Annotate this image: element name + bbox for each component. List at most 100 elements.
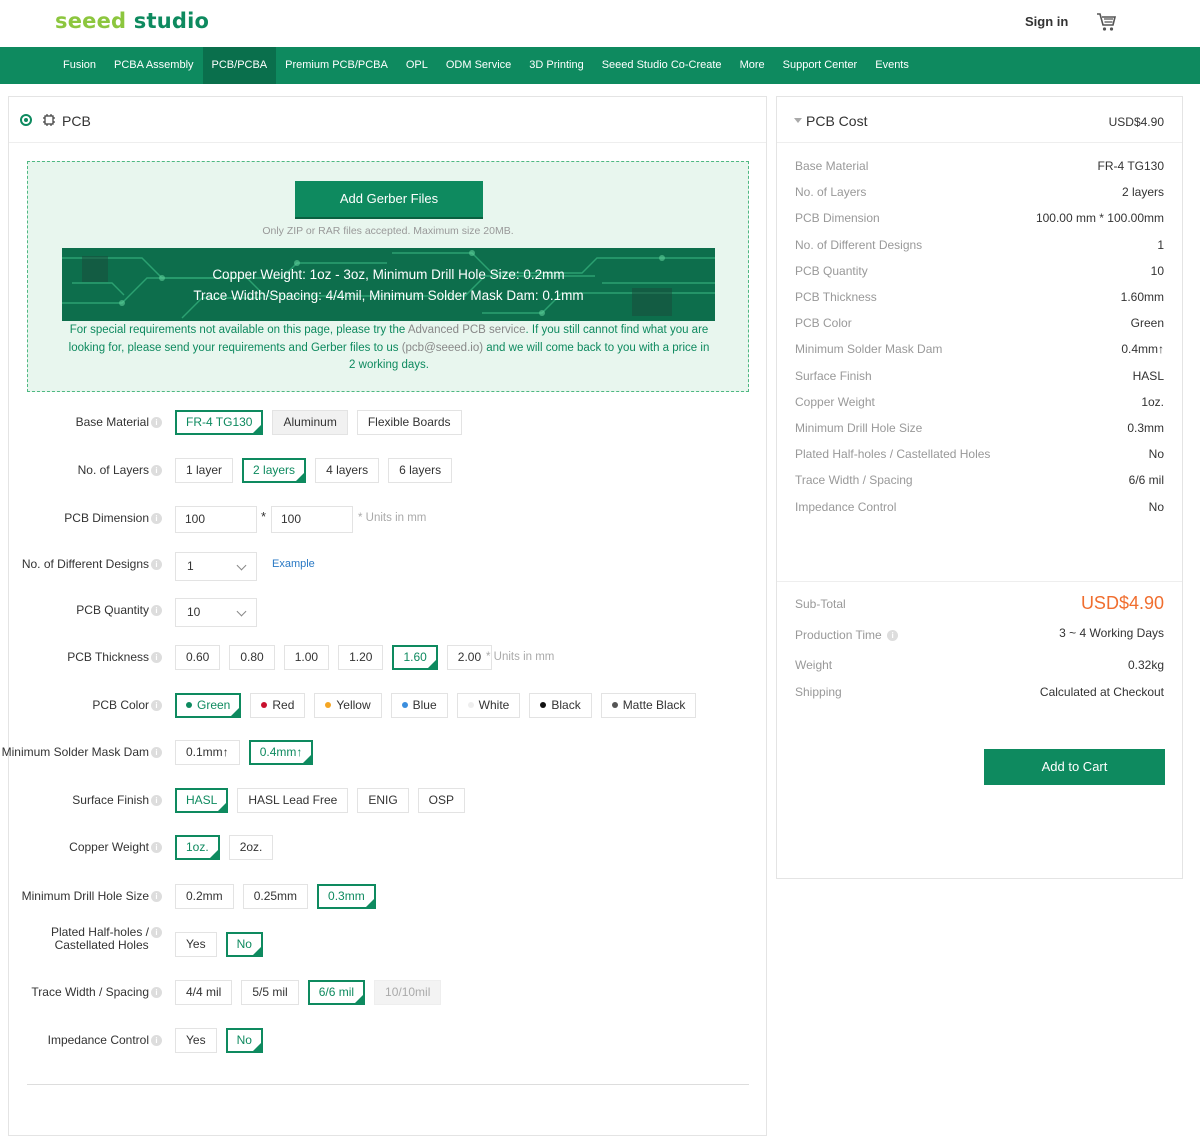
- info-icon[interactable]: i: [151, 891, 162, 903]
- base_material-row: Base Material i FR-4 TG130 Aluminum Flexible…: [9, 410, 759, 436]
- nav-item-4[interactable]: OPL: [397, 47, 437, 84]
- drill-option-0[interactable]: 0.2mm: [175, 884, 234, 909]
- info-icon[interactable]: i: [151, 652, 162, 664]
- copper-option-0[interactable]: 1oz.: [175, 835, 220, 860]
- info-icon[interactable]: i: [151, 513, 162, 525]
- base_material-option-2[interactable]: Flexible Boards: [356, 410, 462, 435]
- nav-item-1[interactable]: PCBA Assembly: [105, 47, 202, 84]
- info-icon[interactable]: i: [887, 630, 899, 642]
- add-to-cart-button[interactable]: Add to Cart: [984, 749, 1165, 785]
- dimension-row: PCB Dimension i 100 * 100 * Units in mm: [9, 506, 759, 533]
- advanced-pcb-link[interactable]: Advanced PCB service: [408, 324, 526, 336]
- info-icon[interactable]: i: [151, 605, 162, 617]
- layers-option-3[interactable]: 6 layers: [388, 458, 453, 483]
- halfholes-option-label: No: [236, 937, 252, 951]
- sign-in-link[interactable]: Sign in: [1025, 14, 1068, 29]
- trace-option-2[interactable]: 6/6 mil: [307, 980, 366, 1005]
- info-icon[interactable]: i: [151, 1035, 162, 1047]
- finish-option-2[interactable]: ENIG: [357, 788, 409, 813]
- nav-item-7[interactable]: Seeed Studio Co-Create: [593, 47, 731, 84]
- info-icon[interactable]: i: [151, 842, 162, 854]
- impedance-label: Impedance Control i: [48, 1033, 162, 1047]
- thickness-unit-note: * Units in mm: [486, 651, 555, 663]
- nav-item-0[interactable]: Fusion: [54, 47, 105, 84]
- base_material-option-1[interactable]: Aluminum: [272, 410, 348, 435]
- impedance-row: Impedance Control i Yes No: [9, 1028, 759, 1054]
- add-gerber-button[interactable]: Add Gerber Files: [295, 181, 483, 217]
- designs-select[interactable]: 1: [175, 552, 257, 581]
- spec-row: Plated Half-holes / Castellated Holes No: [795, 447, 1164, 465]
- trace-option-1[interactable]: 5/5 mil: [241, 980, 299, 1005]
- color-option-1[interactable]: Red: [250, 693, 306, 718]
- nav-item-2[interactable]: PCB/PCBA: [202, 47, 277, 84]
- gerber-upload-area[interactable]: Add Gerber Files Only ZIP or RAR files a…: [27, 161, 749, 392]
- thickness-option-2[interactable]: 1.00: [283, 645, 330, 670]
- drill-option-1[interactable]: 0.25mm: [242, 884, 309, 909]
- finish-option-0[interactable]: HASL: [175, 788, 229, 813]
- mask_dam-option-0[interactable]: 0.1mm↑: [175, 740, 240, 765]
- trace-option-label: 10/10mil: [385, 985, 431, 999]
- finish-option-1[interactable]: HASL Lead Free: [237, 788, 349, 813]
- copper-option-1[interactable]: 2oz.: [228, 835, 274, 860]
- thickness-option-1[interactable]: 0.80: [229, 645, 275, 670]
- nav-item-3[interactable]: Premium PCB/PCBA: [276, 47, 397, 84]
- color-option-4[interactable]: White: [456, 693, 521, 718]
- layers-options: 1 layer 2 layers 4 layers 6 layers: [175, 458, 453, 483]
- layers-option-2[interactable]: 4 layers: [315, 458, 380, 483]
- color-option-2[interactable]: Yellow: [314, 693, 382, 718]
- layers-option-1[interactable]: 2 layers: [242, 458, 307, 483]
- mask_dam-option-1[interactable]: 0.4mm↑: [248, 740, 314, 765]
- chip-icon: [43, 114, 55, 126]
- impedance-option-1[interactable]: No: [225, 1028, 263, 1053]
- info-icon[interactable]: i: [151, 747, 162, 759]
- collapse-triangle-icon[interactable]: [794, 118, 802, 123]
- pcb-cost-panel: PCB Cost USD$4.90 Base Material FR-4 TG13…: [776, 96, 1183, 879]
- drill-option-2[interactable]: 0.3mm: [317, 884, 376, 909]
- color-option-6[interactable]: Matte Black: [600, 693, 697, 718]
- color-option-0[interactable]: Green: [175, 693, 242, 718]
- color-option-5[interactable]: Black: [529, 693, 592, 718]
- info-icon[interactable]: i: [151, 559, 162, 571]
- layers-option-0[interactable]: 1 layer: [175, 458, 234, 483]
- info-icon[interactable]: i: [151, 465, 162, 477]
- impedance-option-0[interactable]: Yes: [175, 1028, 217, 1053]
- email-link[interactable]: (pcb@seeed.io): [402, 342, 483, 354]
- spec-key: Minimum Drill Hole Size: [795, 421, 923, 435]
- nav-item-6[interactable]: 3D Printing: [520, 47, 592, 84]
- info-icon[interactable]: i: [151, 700, 162, 712]
- info-icon[interactable]: i: [151, 987, 162, 999]
- layers-option-label: 6 layers: [399, 463, 442, 477]
- finish-option-3[interactable]: OSP: [417, 788, 465, 813]
- dimension-y-input[interactable]: 100: [271, 506, 353, 533]
- nav-item-9[interactable]: Support Center: [774, 47, 867, 84]
- dimension-label: PCB Dimension i: [64, 511, 162, 525]
- base_material-option-0[interactable]: FR-4 TG130: [175, 410, 264, 435]
- cost-header[interactable]: PCB Cost USD$4.90: [777, 97, 1182, 143]
- color-dot-icon: [186, 701, 192, 708]
- trace-label-text: Trace Width / Spacing: [31, 985, 149, 999]
- nav-item-5[interactable]: ODM Service: [437, 47, 520, 84]
- spec-row: No. of Different Designs 1: [795, 238, 1164, 256]
- pcb-radio[interactable]: [20, 114, 32, 126]
- nav-item-10[interactable]: Events: [866, 47, 918, 84]
- thickness-option-label: 1.00: [294, 650, 319, 664]
- halfholes-option-1[interactable]: No: [225, 932, 263, 957]
- dimension-x-input[interactable]: 100: [175, 506, 257, 533]
- spec-row: No. of Layers 2 layers: [795, 185, 1164, 203]
- cart-icon[interactable]: [1096, 11, 1118, 33]
- quantity-label: PCB Quantity i: [76, 603, 162, 617]
- trace-option-0[interactable]: 4/4 mil: [175, 980, 233, 1005]
- halfholes-option-0[interactable]: Yes: [175, 932, 217, 957]
- logo[interactable]: seeed studio: [55, 9, 209, 33]
- info-icon[interactable]: i: [151, 927, 162, 939]
- example-link[interactable]: Example: [272, 558, 315, 570]
- info-icon[interactable]: i: [151, 417, 162, 429]
- quantity-select[interactable]: 10: [175, 598, 257, 627]
- thickness-option-3[interactable]: 1.20: [338, 645, 384, 670]
- thickness-option-4[interactable]: 1.60: [392, 645, 438, 670]
- color-option-3[interactable]: Blue: [390, 693, 448, 718]
- nav-item-8[interactable]: More: [731, 47, 774, 84]
- thickness-option-0[interactable]: 0.60: [175, 645, 221, 670]
- info-icon[interactable]: i: [151, 795, 162, 807]
- dimension-label-text: PCB Dimension: [64, 511, 149, 525]
